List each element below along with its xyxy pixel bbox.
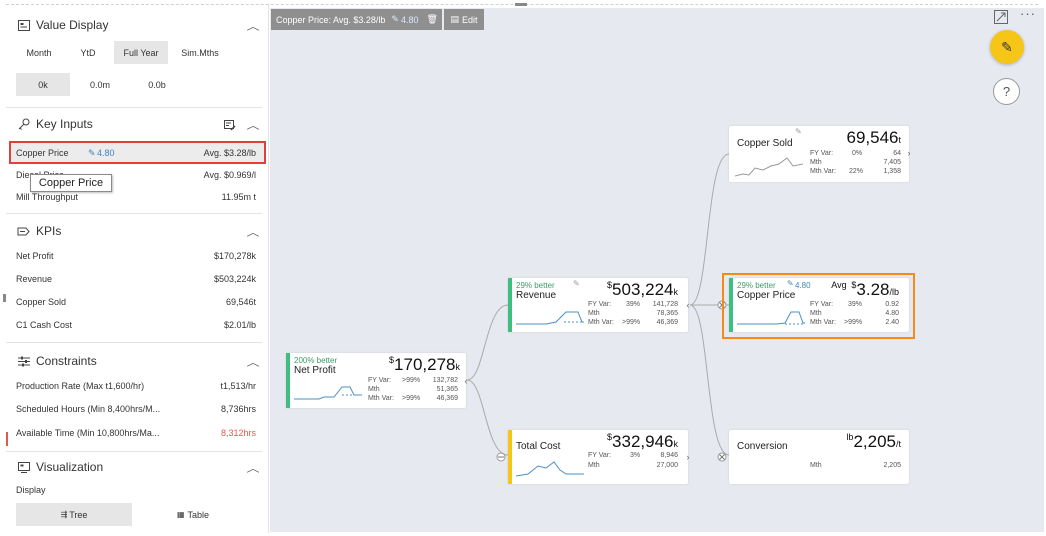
row-label: Mth [810, 462, 822, 469]
more-options-icon[interactable]: ··· [1020, 6, 1036, 21]
row-label: Mth [368, 386, 380, 393]
status-bar [286, 353, 290, 408]
node-name: Conversion [737, 441, 788, 452]
pencil-icon[interactable]: ✎ [795, 127, 802, 136]
sparkline [735, 157, 803, 177]
row-label: Mth Var: [368, 395, 394, 402]
expand-chevron-icon[interactable]: › [683, 450, 693, 464]
tree-node-conversion[interactable]: Conversion lb2,205/t Mth 2,205 [729, 430, 909, 484]
collapse-chevron-icon[interactable]: ‹ [461, 374, 471, 388]
better-label: 200% better [294, 356, 338, 365]
row-value: 46,369 [436, 395, 458, 402]
node-value: $170,278k [389, 355, 460, 374]
row-label: Mth [810, 159, 822, 166]
row-label: FY Var: [588, 301, 612, 308]
help-button[interactable]: ? [993, 78, 1020, 105]
pencil-icon: ✎ [1001, 38, 1013, 55]
node-name: Total Cost [516, 441, 561, 452]
row-pct: >99% [402, 395, 421, 402]
row-pct: 39% [626, 301, 641, 308]
selected-node-highlight [722, 273, 915, 339]
node-value: lb2,205/t [846, 432, 901, 451]
row-label: FY Var: [368, 377, 392, 384]
node-name: Net Profit [294, 365, 336, 376]
sparkline [516, 311, 584, 325]
node-value: 69,546t [846, 128, 901, 147]
row-value: 1,358 [883, 168, 901, 175]
row-value: 64 [893, 150, 901, 157]
row-value: 7,405 [883, 159, 901, 166]
collapse-chevron-icon[interactable]: ‹ [683, 298, 693, 312]
row-value: 78,365 [656, 310, 678, 317]
question-icon: ? [1002, 84, 1011, 99]
row-pct: 0% [852, 150, 863, 157]
tree-node-net-profit[interactable]: 200% better Net Profit $170,278k FY Var:… [286, 353, 468, 408]
status-bar [508, 430, 512, 484]
pencil-icon[interactable]: ✎ [573, 279, 580, 288]
node-name: Copper Sold [737, 138, 793, 149]
row-value: 8,946 [660, 452, 678, 459]
row-label: Mth Var: [810, 168, 836, 175]
row-value: 51,365 [436, 386, 458, 393]
sparkline [516, 461, 584, 477]
edit-mode-pencil-button[interactable]: ✎ [990, 30, 1024, 64]
row-label: Mth [588, 310, 600, 317]
row-label: Mth [588, 462, 600, 469]
focus-mode-icon[interactable] [994, 10, 1008, 24]
row-pct: 3% [630, 452, 641, 459]
row-label: FY Var: [588, 452, 612, 459]
tree-node-total-cost[interactable]: Total Cost $332,946k FY Var: 3% 8,946 Mt… [508, 430, 690, 484]
sparkline [294, 386, 362, 400]
node-value: $503,224k [607, 280, 678, 299]
expand-chevron-icon[interactable]: › [904, 146, 914, 160]
status-bar [508, 278, 512, 332]
better-label: 29% better [516, 281, 555, 290]
row-pct: 22% [849, 168, 864, 175]
row-label: Mth Var: [588, 319, 614, 326]
row-value: 132,782 [432, 377, 458, 384]
tooltip: Copper Price [30, 174, 112, 192]
row-pct: >99% [402, 377, 421, 384]
row-value: 2,205 [883, 462, 901, 469]
row-pct: >99% [622, 319, 641, 326]
row-value: 141,728 [652, 301, 678, 308]
node-name: Revenue [516, 290, 557, 301]
row-value: 27,000 [656, 462, 678, 469]
node-value: $332,946k [607, 432, 678, 451]
tree-node-copper-sold[interactable]: Copper Sold ✎ 69,546t FY Var: 0% 64 Mth … [729, 126, 911, 182]
row-label: FY Var: [810, 150, 834, 157]
row-value: 46,369 [656, 319, 678, 326]
tree-node-revenue[interactable]: 29% better ✎ Revenue $503,224k FY Var: 3… [508, 278, 690, 332]
